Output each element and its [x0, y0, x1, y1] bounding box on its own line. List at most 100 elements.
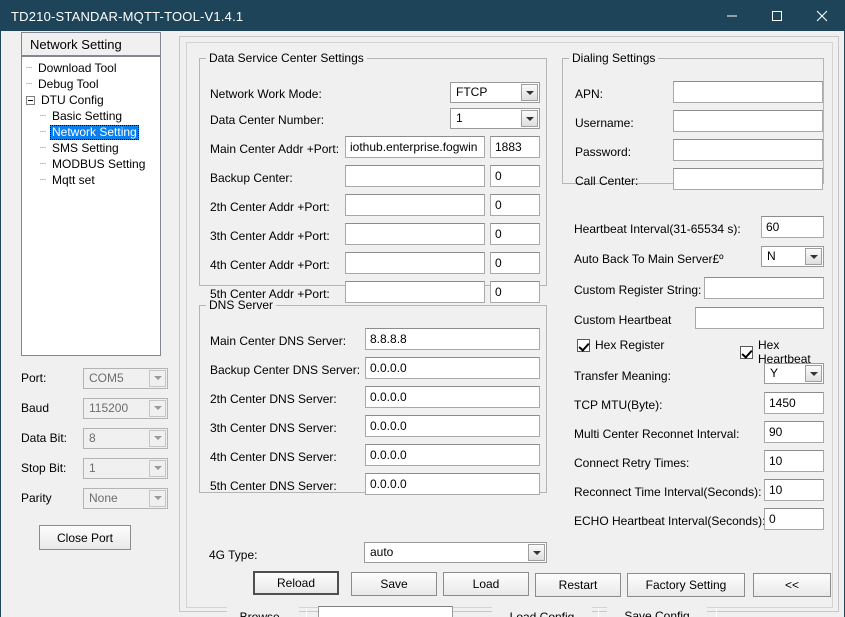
tab-network-setting[interactable]: Network Setting	[21, 32, 161, 56]
chevron-down-icon[interactable]	[149, 459, 166, 477]
factory-setting-button[interactable]: Factory Setting	[627, 573, 745, 597]
chevron-down-icon[interactable]	[521, 110, 538, 127]
reload-button[interactable]: Reload	[253, 571, 339, 595]
tree-item-sms-setting[interactable]: ┈ SMS Setting	[22, 140, 160, 156]
dns3-input[interactable]: 0.0.0.0	[365, 415, 540, 437]
hex-heartbeat-checkbox[interactable]: Hex Heartbeat	[740, 338, 832, 366]
data-service-center-group: Data Service Center Settings Network Wor…	[199, 51, 547, 303]
dns2-input[interactable]: 0.0.0.0	[365, 386, 540, 408]
window-title: TD210-STANDAR-MQTT-TOOL-V1.4.1	[11, 8, 244, 24]
save-button[interactable]: Save	[351, 572, 437, 596]
dns4-input[interactable]: 0.0.0.0	[365, 444, 540, 466]
center2-port-input[interactable]: 0	[490, 194, 540, 216]
call-center-label: Call Center:	[575, 174, 639, 188]
port-select[interactable]: COM5	[83, 367, 168, 389]
tree-line-icon: ┈	[40, 142, 47, 154]
dns4-label: 4th Center DNS Server:	[210, 450, 337, 464]
fourg-type-select[interactable]: auto	[364, 542, 547, 563]
load-config-button[interactable]: Load Config	[492, 606, 592, 617]
tcp-mtu-input[interactable]: 1450	[764, 392, 824, 414]
tree-item-mqtt-set[interactable]: ┈ Mqtt set	[22, 172, 160, 188]
main-content-panel: Data Service Center Settings Network Wor…	[179, 36, 839, 617]
username-input[interactable]	[673, 110, 823, 132]
center4-addr-input[interactable]	[345, 252, 485, 274]
baud-row: Baud 115200	[21, 393, 171, 423]
echo-heartbeat-interval-input[interactable]: 0	[764, 508, 824, 530]
dns5-input[interactable]: 0.0.0.0	[365, 473, 540, 495]
transfer-meaning-value: Y	[770, 366, 779, 380]
center3-addr-input[interactable]	[345, 223, 485, 245]
browse-button[interactable]: Browse..	[227, 606, 299, 617]
chevron-down-icon[interactable]	[805, 365, 822, 382]
auto-back-main-server-label: Auto Back To Main Server£º	[574, 252, 724, 266]
main-center-port-input[interactable]: 1883	[490, 136, 540, 158]
tree-item-basic-setting[interactable]: ┈ Basic Setting	[22, 108, 160, 124]
checkbox-icon[interactable]	[740, 345, 753, 359]
chevron-down-icon[interactable]	[521, 84, 538, 101]
fourg-type-value: auto	[370, 545, 394, 559]
minimize-icon[interactable]	[709, 1, 754, 31]
title-bar: TD210-STANDAR-MQTT-TOOL-V1.4.1	[1, 1, 844, 31]
backup-dns-input[interactable]: 0.0.0.0	[365, 357, 540, 379]
backup-center-addr-input[interactable]	[345, 165, 485, 187]
tree-item-modbus-setting[interactable]: ┈ MODBUS Setting	[22, 156, 160, 172]
load-button[interactable]: Load	[443, 572, 529, 596]
call-center-input[interactable]	[673, 168, 823, 190]
custom-heartbeat-input[interactable]	[695, 307, 824, 329]
tree-item-debug-tool[interactable]: ┈ Debug Tool	[22, 76, 160, 92]
main-center-addr-input[interactable]: iothub.enterprise.fogwin	[345, 136, 485, 158]
reconnect-time-interval-input[interactable]: 10	[764, 479, 824, 501]
network-work-mode-label: Network Work Mode:	[210, 87, 322, 101]
databit-select[interactable]: 8	[83, 427, 168, 449]
navigation-tree[interactable]: ┈ Download Tool ┈ Debug Tool DTU Config …	[21, 56, 161, 356]
password-input[interactable]	[673, 139, 823, 161]
save-config-button[interactable]: Save Config	[607, 605, 707, 617]
backup-center-port-input[interactable]: 0	[490, 165, 540, 187]
restart-button[interactable]: Restart	[535, 573, 621, 597]
tree-item-dtu-config[interactable]: DTU Config	[22, 92, 160, 108]
chevron-down-icon[interactable]	[149, 429, 166, 447]
custom-register-string-label: Custom Register String:	[574, 283, 702, 297]
apn-input[interactable]	[673, 81, 823, 103]
collapse-expander-icon[interactable]	[26, 95, 35, 105]
chevron-down-icon[interactable]	[149, 369, 166, 387]
hex-register-checkbox[interactable]: Hex Register	[577, 338, 664, 352]
tree-line-icon: ┈	[26, 78, 33, 90]
application-window: TD210-STANDAR-MQTT-TOOL-V1.4.1 Network S…	[0, 0, 845, 617]
custom-register-string-input[interactable]	[704, 277, 824, 299]
transfer-meaning-label: Transfer Meaning:	[574, 369, 671, 383]
data-center-number-select[interactable]: 1	[450, 108, 540, 129]
connect-retry-times-input[interactable]: 10	[764, 450, 824, 472]
chevron-down-icon[interactable]	[805, 248, 822, 265]
close-icon[interactable]	[799, 1, 844, 31]
baud-select-value: 115200	[89, 401, 129, 415]
maximize-icon[interactable]	[754, 1, 799, 31]
tree-line-icon: ┈	[40, 174, 47, 186]
echo-heartbeat-interval-label: ECHO Heartbeat Interval(Seconds):	[574, 514, 766, 528]
tree-item-network-setting[interactable]: ┈ Network Setting	[22, 124, 160, 140]
center3-port-input[interactable]: 0	[490, 223, 540, 245]
checkbox-icon[interactable]	[577, 338, 590, 352]
tree-item-label: Basic Setting	[52, 108, 123, 123]
chevron-down-icon[interactable]	[149, 489, 166, 507]
auto-back-main-server-select[interactable]: N	[761, 246, 824, 267]
stopbit-select[interactable]: 1	[83, 457, 168, 479]
main-dns-input[interactable]: 8.8.8.8	[365, 328, 540, 350]
transfer-meaning-select[interactable]: Y	[764, 363, 824, 384]
multi-center-reconnect-input[interactable]: 90	[764, 421, 824, 443]
center4-port-input[interactable]: 0	[490, 252, 540, 274]
collapse-button[interactable]: <<	[753, 573, 831, 597]
tree-item-download-tool[interactable]: ┈ Download Tool	[22, 60, 160, 76]
heartbeat-interval-input[interactable]: 60	[761, 216, 824, 238]
network-work-mode-select[interactable]: FTCP	[450, 82, 540, 103]
parity-select[interactable]: None	[83, 487, 168, 509]
parity-select-value: None	[89, 491, 118, 505]
center2-addr-input[interactable]	[345, 194, 485, 216]
close-port-button[interactable]: Close Port	[39, 525, 131, 550]
config-path-input[interactable]	[318, 606, 453, 617]
password-label: Password:	[575, 145, 632, 159]
baud-select[interactable]: 115200	[83, 397, 168, 419]
chevron-down-icon[interactable]	[528, 544, 545, 561]
toolbar-separator	[306, 608, 307, 617]
chevron-down-icon[interactable]	[149, 399, 166, 417]
